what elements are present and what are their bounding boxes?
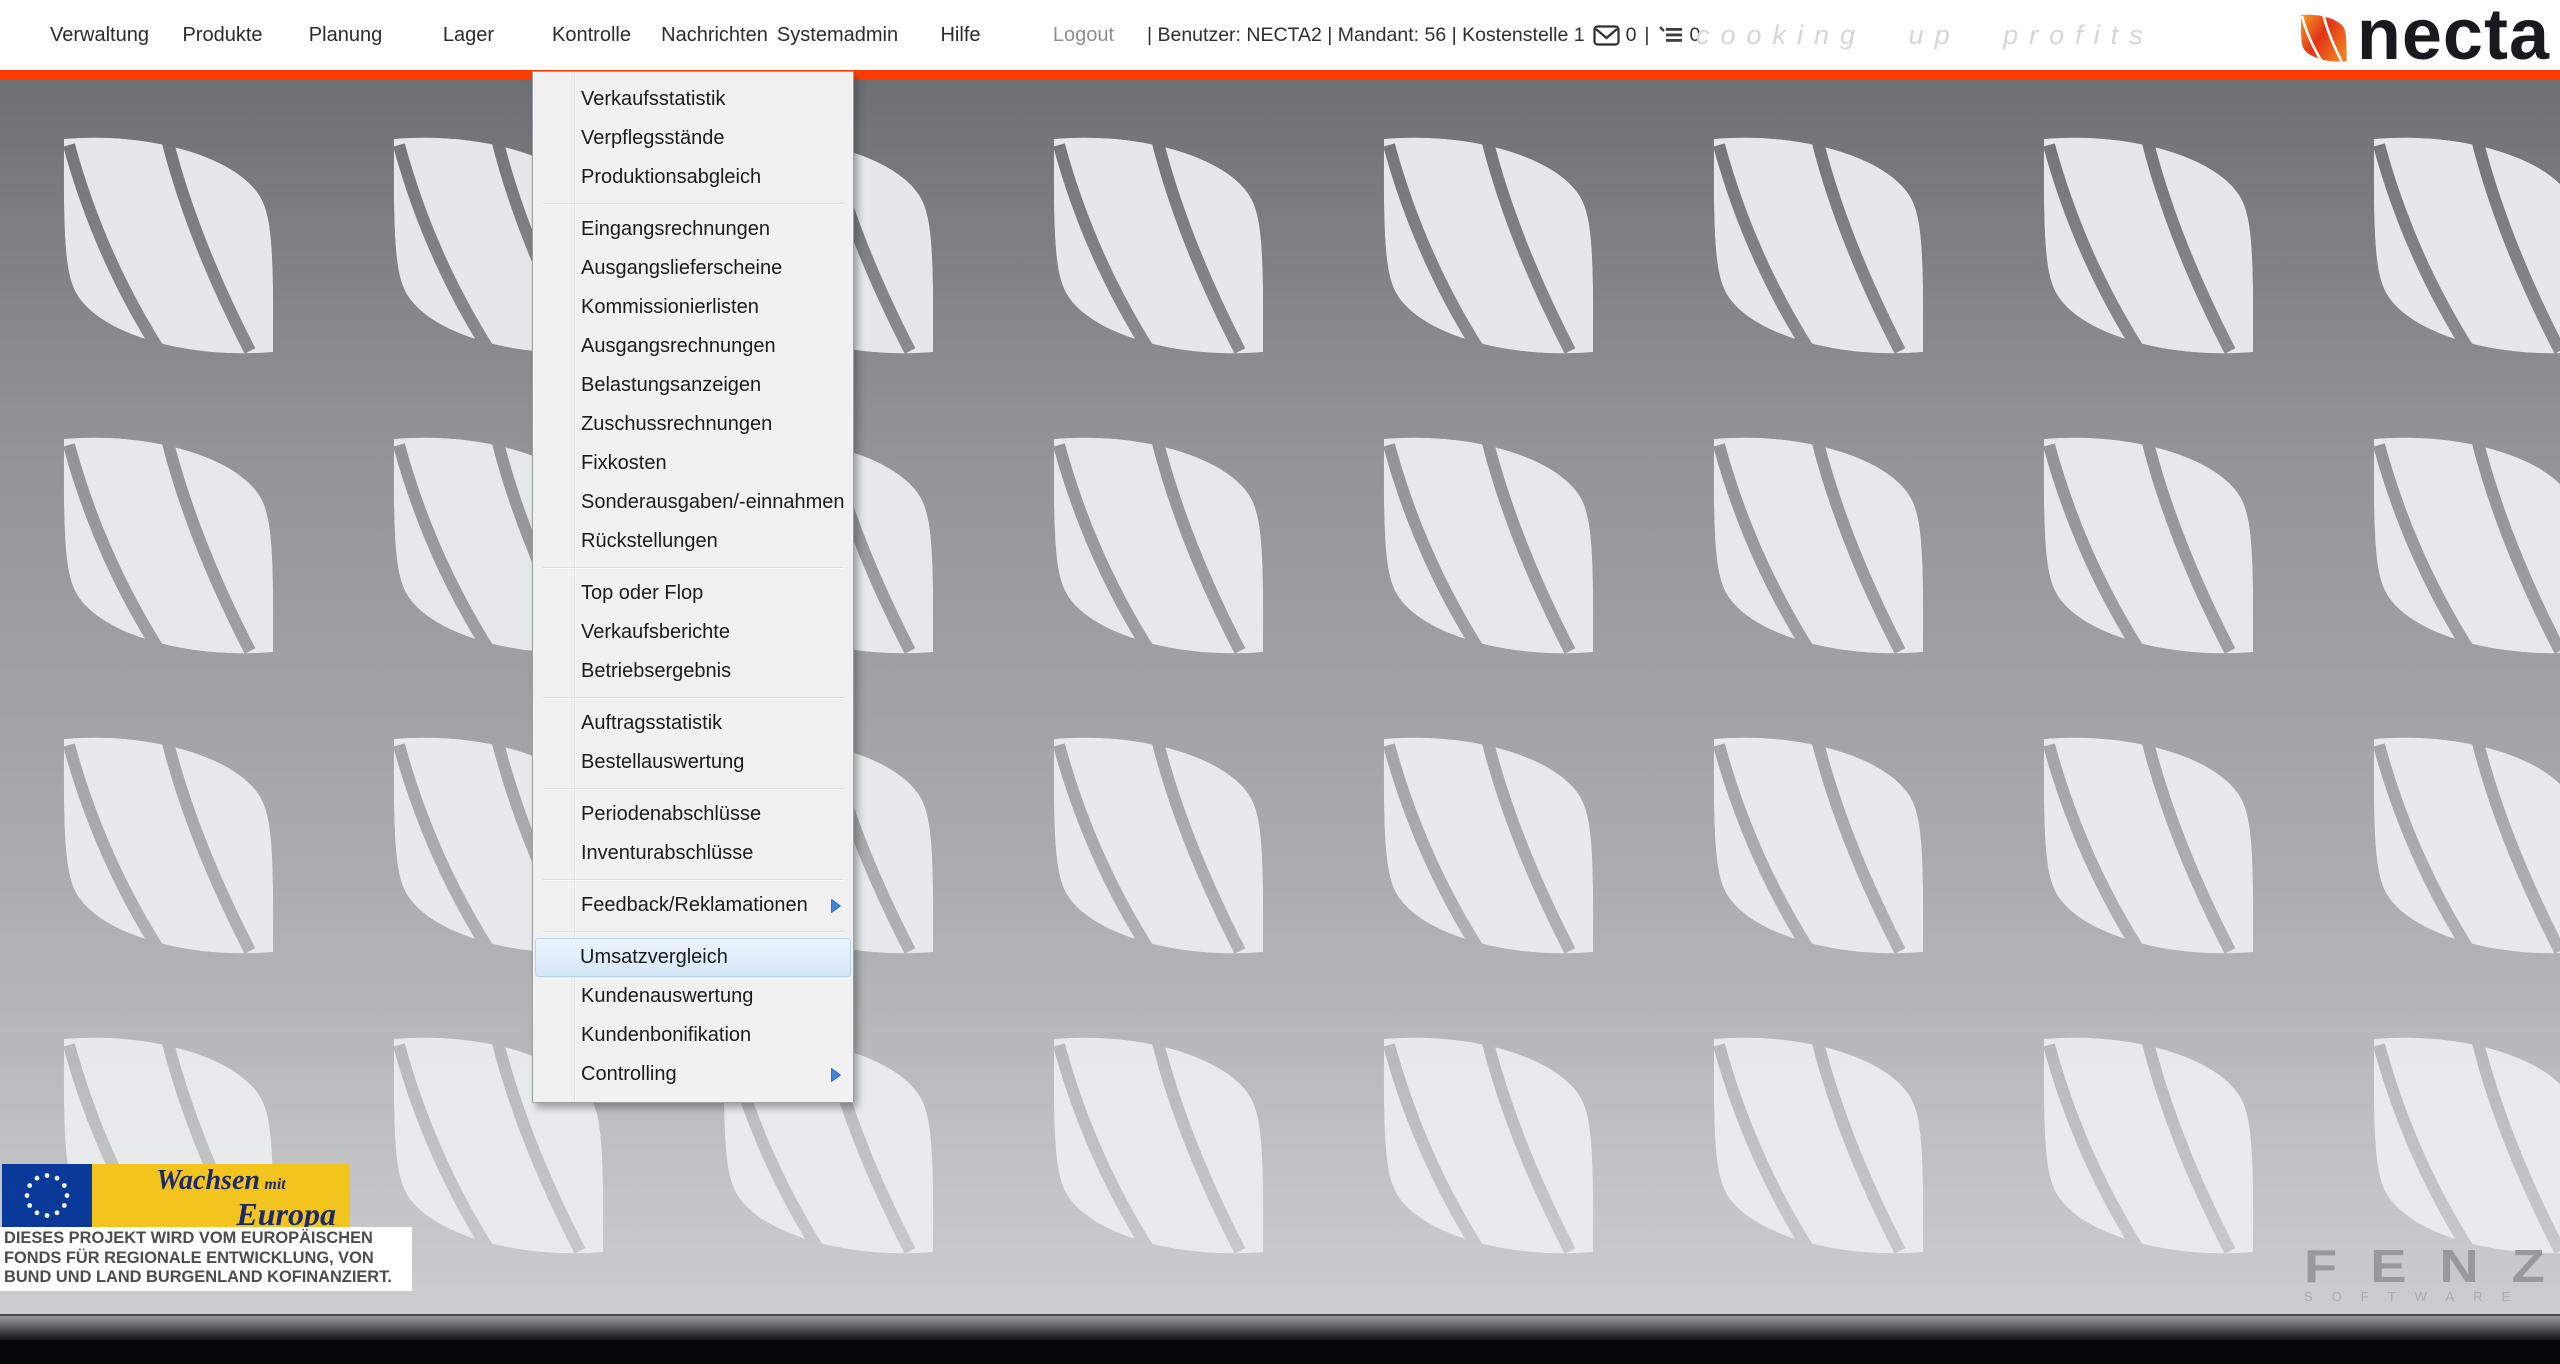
logout-button[interactable]: Logout [1022,24,1145,47]
menu-item-bestellauswertung[interactable]: Bestellauswertung [533,743,853,782]
menu-item-zuschussrechnungen[interactable]: Zuschussrechnungen [533,405,853,444]
menu-item-label: Verkaufsberichte [581,621,730,643]
eu-flag [2,1164,92,1227]
menu-item-betriebsergebnis[interactable]: Betriebsergebnis [533,652,853,691]
menu-item-label: Bestellauswertung [581,751,745,773]
menu-item-label: Belastungsanzeigen [581,374,762,396]
menu-separator [543,879,843,880]
eu-banner-yellow: Wachsen mit Europa [92,1164,350,1232]
menu-item-auftragsstatistik[interactable]: Auftragsstatistik [533,704,853,743]
nav-item-lager[interactable]: Lager [407,24,530,47]
menu-item-label: Umsatzvergleich [580,946,728,968]
menu-item-label: Eingangsrechnungen [581,218,771,240]
nav-item-verwaltung[interactable]: Verwaltung [38,24,161,47]
menu-item-label: Ausgangsrechnungen [581,335,776,357]
brand-name: necta [2356,0,2550,75]
footer-black-bar [0,1340,2560,1364]
application-window: Verwaltung Produkte Planung Lager Kontrolle N… [0,0,2560,1364]
menu-item-label: Zuschussrechnungen [581,413,773,435]
top-menubar: Verwaltung Produkte Planung Lager Kontrolle N… [0,0,2560,75]
menu-item-eingangsrechnungen[interactable]: Eingangsrechnungen [533,210,853,249]
menu-item-label: Betriebsergebnis [581,660,732,682]
footer-gradient-bar [0,1316,2560,1340]
nav-item-produkte[interactable]: Produkte [161,24,284,47]
menu-item-verkaufsstatistik[interactable]: Verkaufsstatistik [533,80,853,119]
menu-item-label: Kommissionierlisten [581,296,759,318]
menu-item-label: Fixkosten [581,452,667,474]
eu-title-main: Wachsen [156,1165,260,1196]
menu-item-label: Inventurabschlüsse [581,842,754,864]
menu-item-label: Rückstellungen [581,530,718,552]
menu-item-label: Ausgangslieferscheine [581,257,783,279]
eu-title-europa: Europa [236,1196,336,1232]
submenu-arrow-icon [831,1067,841,1082]
eu-disclaimer-line-1: DIESES PROJEKT WIRD VOM EUROPÄISCHEN [4,1229,373,1247]
indicator-divider: | [1644,23,1650,46]
menu-item-label: Auftragsstatistik [581,712,723,734]
menu-item-top-oder-flop[interactable]: Top oder Flop [533,574,853,613]
menu-item-label: Kundenbonifikation [581,1024,752,1046]
brand-tagline: cooking up profits [1696,19,2154,50]
menu-item-verkaufsberichte[interactable]: Verkaufsberichte [533,613,853,652]
nav-item-nachrichten[interactable]: Nachrichten [653,24,776,47]
menu-item-periodenabschlüsse[interactable]: Periodenabschlüsse [533,795,853,834]
menu-item-controlling[interactable]: Controlling [533,1055,853,1094]
nav-item-hilfe[interactable]: Hilfe [899,24,1022,47]
eu-disclaimer: DIESES PROJEKT WIRD VOM EUROPÄISCHEN FON… [0,1227,412,1291]
menu-separator [543,788,843,789]
nav-item-kontrolle[interactable]: Kontrolle [530,24,653,47]
menu-separator [543,697,843,698]
menu-item-fixkosten[interactable]: Fixkosten [533,444,853,483]
eu-title-small: mit [264,1176,286,1193]
menu-item-ausgangsrechnungen[interactable]: Ausgangsrechnungen [533,327,853,366]
menu-item-kommissionierlisten[interactable]: Kommissionierlisten [533,288,853,327]
menu-item-label: Verpflegsstände [581,127,725,149]
nav-item-planung[interactable]: Planung [284,24,407,47]
menu-item-kundenbonifikation[interactable]: Kundenbonifikation [533,1016,853,1055]
menu-item-sonderausgaben-einnahmen[interactable]: Sonderausgaben/-einnahmen [533,483,853,522]
mail-indicator[interactable]: 0 [1592,23,1637,47]
necta-leaf-icon [2300,12,2347,65]
menu-item-belastungsanzeigen[interactable]: Belastungsanzeigen [533,366,853,405]
menu-item-produktionsabgleich[interactable]: Produktionsabgleich [533,158,853,197]
menu-item-label: Feedback/Reklamationen [581,894,808,916]
menu-item-rückstellungen[interactable]: Rückstellungen [533,522,853,561]
menu-item-kundenauswertung[interactable]: Kundenauswertung [533,977,853,1016]
fenz-watermark: FENZ SOFTWARE [2304,1243,2545,1304]
envelope-icon [1592,24,1620,46]
mail-count: 0 [1625,23,1637,46]
eu-banner-logo: Wachsen mit Europa [2,1164,350,1232]
kontrolle-dropdown-menu: Verkaufsstatistik Verpflegsstände Produkti… [532,71,854,1103]
main-nav: Verwaltung Produkte Planung Lager Kontrolle N… [38,0,1145,70]
accent-bar [0,70,2560,80]
nav-item-systemadmin[interactable]: Systemadmin [776,24,899,47]
menu-item-label: Controlling [581,1063,677,1085]
menu-item-label: Verkaufsstatistik [581,88,726,110]
menu-item-verpflegsstände[interactable]: Verpflegsstände [533,119,853,158]
menu-item-label: Periodenabschlüsse [581,803,762,825]
menu-item-label: Sonderausgaben/-einnahmen [581,491,845,513]
menu-separator [543,203,843,204]
menu-item-ausgangslieferscheine[interactable]: Ausgangslieferscheine [533,249,853,288]
eu-disclaimer-line-3: BUND UND LAND BURGENLAND KOFINANZIERT. [4,1268,392,1286]
user-info-text: | Benutzer: NECTA2 | Mandant: 56 | Koste… [1147,23,1585,46]
task-list-icon [1658,26,1682,42]
menu-item-umsatzvergleich[interactable]: Umsatzvergleich [535,938,851,977]
fenz-name: FENZ [2304,1240,2560,1292]
submenu-arrow-icon [831,898,841,913]
menu-separator [543,931,843,932]
background-pattern [0,80,2560,1316]
brand-logo: necta [2300,0,2550,75]
menu-item-label: Top oder Flop [581,582,704,604]
menu-item-label: Kundenauswertung [581,985,754,1007]
session-info: | Benutzer: NECTA2 | Mandant: 56 | Koste… [1147,0,1700,70]
task-indicator[interactable]: 0 [1658,24,1700,47]
menu-separator [543,567,843,568]
menu-item-inventurabschlüsse[interactable]: Inventurabschlüsse [533,834,853,873]
menu-item-label: Produktionsabgleich [581,166,762,188]
eu-disclaimer-line-2: FONDS FÜR REGIONALE ENTWICKLUNG, VON [4,1248,374,1267]
menu-item-feedback-reklamationen[interactable]: Feedback/Reklamationen [533,886,853,925]
